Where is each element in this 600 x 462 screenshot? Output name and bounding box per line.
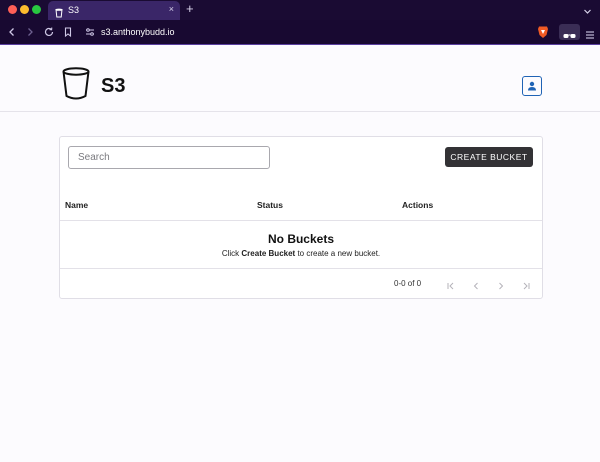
- minimize-window-button[interactable]: [20, 5, 29, 14]
- tab-favicon-icon: [54, 5, 64, 18]
- create-bucket-button[interactable]: CREATE BUCKET: [445, 147, 533, 167]
- first-page-icon[interactable]: [446, 278, 456, 290]
- user-icon: [528, 81, 536, 91]
- address-bar[interactable]: s3.anthonybudd.io: [101, 26, 175, 38]
- bookmark-icon[interactable]: [62, 26, 74, 38]
- leo-extension-button[interactable]: [559, 24, 580, 40]
- tab-list-chevron-icon[interactable]: [582, 4, 593, 15]
- column-header-actions[interactable]: Actions: [402, 200, 433, 210]
- brave-shields-icon[interactable]: [537, 25, 549, 39]
- bucket-icon: [62, 67, 90, 101]
- close-window-button[interactable]: [8, 5, 17, 14]
- back-icon[interactable]: [6, 26, 18, 38]
- tab-title: S3: [68, 5, 80, 15]
- empty-state-title: No Buckets: [267, 232, 335, 246]
- menu-icon[interactable]: [585, 27, 595, 39]
- page-title: S3: [101, 75, 126, 97]
- glasses-icon: [563, 28, 576, 46]
- last-page-icon[interactable]: [521, 278, 531, 290]
- forward-icon[interactable]: [24, 26, 36, 38]
- empty-state-message: Click Create Bucket to create a new buck…: [60, 249, 542, 259]
- user-account-button[interactable]: [522, 76, 542, 96]
- browser-titlebar: S3 × +: [0, 0, 600, 20]
- next-page-icon[interactable]: [496, 278, 506, 290]
- empty-msg-bold: Create Bucket: [241, 249, 296, 258]
- app-header: S3: [0, 45, 600, 112]
- buckets-card: Search CREATE BUCKET Name Status Actions…: [59, 136, 543, 299]
- search-input[interactable]: Search: [68, 146, 270, 169]
- empty-msg-suffix: to create a new bucket.: [295, 249, 381, 258]
- column-header-name[interactable]: Name: [65, 200, 88, 210]
- search-placeholder: Search: [78, 152, 110, 163]
- previous-page-icon[interactable]: [471, 278, 481, 290]
- footer-divider: [60, 268, 542, 269]
- browser-toolbar: s3.anthonybudd.io: [0, 20, 600, 45]
- maximize-window-button[interactable]: [32, 5, 41, 14]
- reload-icon[interactable]: [43, 26, 55, 38]
- pagination-range: 0-0 of 0: [394, 279, 422, 288]
- empty-msg-prefix: Click: [221, 249, 242, 258]
- header-divider: [60, 220, 542, 221]
- tab-close-icon[interactable]: ×: [169, 4, 174, 15]
- new-tab-button[interactable]: +: [186, 1, 194, 17]
- browser-tab[interactable]: S3 ×: [48, 1, 180, 20]
- column-header-status[interactable]: Status: [257, 200, 283, 210]
- site-settings-icon[interactable]: [84, 26, 96, 38]
